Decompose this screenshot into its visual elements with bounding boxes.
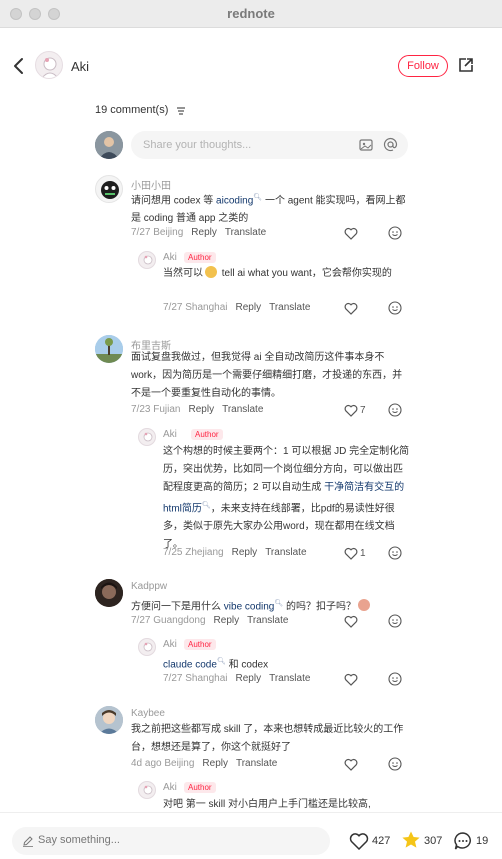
say-something-placeholder: Say something...: [38, 834, 120, 846]
commenter-name[interactable]: Kadppw: [131, 581, 167, 592]
search-icon: 🔍︎: [201, 502, 211, 509]
like-count: 7: [360, 405, 366, 416]
comment-count: 19 comment(s): [95, 104, 169, 116]
keyword-link[interactable]: aicoding: [216, 195, 253, 206]
comment-meta: 4d ago Beijing Reply Translate: [131, 758, 278, 769]
reply-author-name[interactable]: Aki: [163, 639, 177, 650]
reply-button[interactable]: Reply: [232, 547, 258, 558]
like-icon[interactable]: [344, 302, 358, 315]
commenter-avatar[interactable]: [95, 579, 123, 607]
reply-text: 当然可以 tell ai what you want，它会帮你实现的: [163, 266, 392, 279]
pencil-icon: [23, 836, 33, 847]
emoji-reaction-icon[interactable]: [388, 226, 402, 240]
translate-button[interactable]: Translate: [222, 404, 263, 415]
translate-button[interactable]: Translate: [236, 758, 277, 769]
search-icon: 🔍︎: [274, 600, 284, 607]
reply-author-name[interactable]: Aki: [163, 252, 177, 263]
post-like-count: 427: [372, 835, 391, 847]
translate-button[interactable]: Translate: [247, 615, 288, 626]
reply-author-name[interactable]: Aki: [163, 782, 177, 793]
like-icon[interactable]: [344, 547, 358, 560]
emoji-reaction-icon[interactable]: [388, 301, 402, 315]
reply-author-avatar[interactable]: [138, 428, 156, 446]
comment-text: 我之前把这些都写成 skill 了，本来也想转成最近比较火的工作台，想想还是算了…: [131, 724, 404, 753]
author-badge: Author: [191, 429, 223, 440]
search-icon: 🔍︎: [253, 194, 263, 201]
like-icon[interactable]: [344, 404, 358, 417]
post-star-count: 307: [424, 835, 443, 847]
share-icon[interactable]: [457, 56, 475, 74]
emoji-reaction-icon[interactable]: [388, 757, 402, 771]
comment-input[interactable]: [143, 131, 353, 159]
author-badge: Author: [184, 639, 216, 650]
reply-button[interactable]: Reply: [189, 404, 215, 415]
emoji-reaction-icon[interactable]: [388, 403, 402, 417]
like-count: 1: [360, 548, 366, 559]
author-avatar[interactable]: [35, 51, 63, 79]
author-badge: Author: [184, 782, 216, 793]
commenter-name[interactable]: Kaybee: [131, 708, 165, 719]
translate-button[interactable]: Translate: [225, 227, 266, 238]
reply-button[interactable]: Reply: [236, 673, 262, 684]
comment-meta: 7/27 Beijing Reply Translate: [131, 227, 267, 238]
author-name[interactable]: Aki: [71, 59, 89, 74]
emoji-reaction-icon[interactable]: [388, 672, 402, 686]
back-arrow-icon[interactable]: [12, 55, 26, 77]
commenter-avatar[interactable]: [95, 706, 123, 734]
reply-meta: 7/25 Zhejiang Reply Translate: [163, 547, 307, 558]
window-title: rednote: [227, 6, 275, 21]
comment-bubble-icon[interactable]: [453, 831, 473, 851]
comment-text: 面试复盘我做过，但我觉得 ai 全自动改简历这件事本身不 work，因为简历是一…: [131, 352, 403, 399]
translate-button[interactable]: Translate: [269, 302, 310, 313]
reply-meta: 7/27 Shanghai Reply Translate: [163, 302, 311, 313]
translate-button[interactable]: Translate: [269, 673, 310, 684]
emoji-reaction-icon[interactable]: [388, 614, 402, 628]
reply-button[interactable]: Reply: [191, 227, 217, 238]
comment-text: 请问想用 codex 等 aicoding🔍︎ 一个 agent 能实现吗，看网…: [131, 194, 406, 225]
comment-input-box[interactable]: [131, 131, 408, 159]
image-icon[interactable]: [359, 138, 373, 152]
emoji-reaction-icon[interactable]: [388, 546, 402, 560]
reply-button[interactable]: Reply: [214, 615, 240, 626]
keyword-link[interactable]: vibe coding: [224, 601, 275, 612]
comment-meta: 7/23 Fujian Reply Translate: [131, 404, 264, 415]
my-avatar: [95, 131, 123, 159]
reply-text: claude code🔍︎ 和 codex: [163, 658, 269, 671]
keyword-link[interactable]: claude code: [163, 659, 217, 670]
like-post-icon[interactable]: [349, 832, 369, 850]
mention-icon[interactable]: [383, 137, 398, 152]
like-icon[interactable]: [344, 758, 358, 771]
reply-meta: 7/27 Shanghai Reply Translate: [163, 673, 311, 684]
cat-emoji-icon: [205, 266, 217, 278]
reply-author-avatar[interactable]: [138, 638, 156, 656]
commenter-avatar[interactable]: [95, 175, 123, 203]
reply-author-name[interactable]: Aki: [163, 429, 177, 440]
comment-text: 方便问一下是用什么 vibe coding🔍︎ 的吗？扣子吗？: [131, 595, 411, 616]
like-icon[interactable]: [344, 227, 358, 240]
comment-meta: 7/27 Guangdong Reply Translate: [131, 615, 289, 626]
emoji-icon: [358, 599, 371, 612]
reply-button[interactable]: Reply: [236, 302, 262, 313]
window-titlebar: rednote: [0, 0, 502, 28]
star-collect-icon[interactable]: [401, 830, 421, 850]
sort-icon[interactable]: [176, 106, 186, 116]
commenter-avatar[interactable]: [95, 335, 123, 363]
say-something-input[interactable]: Say something...: [12, 827, 330, 855]
post-comment-count: 19: [476, 835, 489, 847]
author-badge: Author: [184, 252, 216, 263]
reply-text: 这个构想的时候主要两个：1 可以根据 JD 完全定制化简历，突出优势，比如同一个…: [163, 446, 410, 551]
follow-button[interactable]: Follow: [398, 55, 448, 77]
reply-author-avatar[interactable]: [138, 781, 156, 799]
search-icon: 🔍︎: [216, 658, 226, 665]
like-icon[interactable]: [344, 615, 358, 628]
reply-author-avatar[interactable]: [138, 251, 156, 269]
translate-button[interactable]: Translate: [265, 547, 306, 558]
like-icon[interactable]: [344, 673, 358, 686]
bottom-action-bar: Say something... 427 307 19: [0, 812, 502, 859]
reply-button[interactable]: Reply: [202, 758, 228, 769]
